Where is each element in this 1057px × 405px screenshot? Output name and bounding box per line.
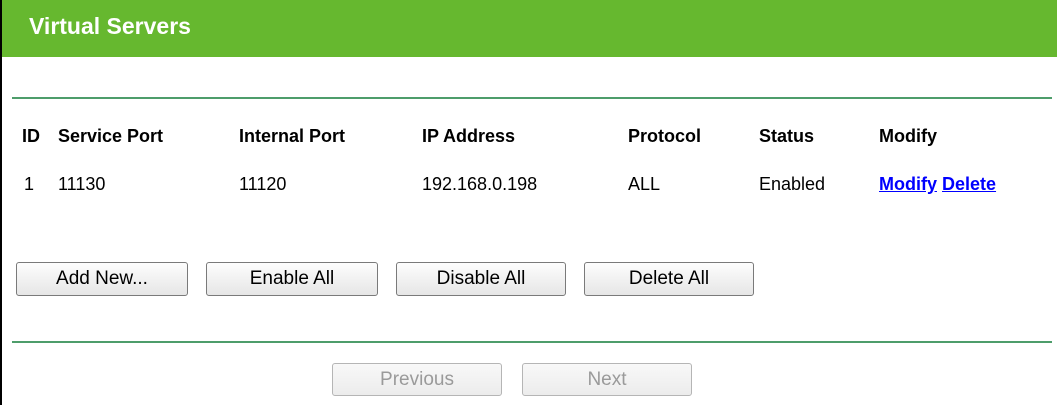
column-header-service-port: Service Port bbox=[58, 126, 164, 146]
bottom-divider bbox=[12, 341, 1052, 343]
page-title: Virtual Servers bbox=[29, 13, 191, 39]
row-status: Enabled bbox=[759, 174, 826, 194]
modify-link[interactable]: Modify bbox=[879, 174, 937, 194]
virtual-servers-panel: Virtual Servers ID Service Port Internal… bbox=[0, 0, 1057, 405]
row-id: 1 bbox=[24, 174, 35, 194]
column-header-modify: Modify bbox=[879, 126, 937, 146]
column-header-protocol: Protocol bbox=[628, 126, 702, 146]
header-bar: Virtual Servers bbox=[2, 0, 1057, 57]
delete-all-button[interactable]: Delete All bbox=[584, 262, 754, 296]
enable-all-button[interactable]: Enable All bbox=[206, 262, 378, 296]
delete-link[interactable]: Delete bbox=[942, 174, 996, 194]
row-ip-address: 192.168.0.198 bbox=[422, 174, 538, 194]
next-button[interactable]: Next bbox=[522, 363, 692, 396]
row-service-port: 11130 bbox=[58, 174, 106, 194]
row-actions: Modify Delete bbox=[879, 174, 996, 195]
disable-all-button[interactable]: Disable All bbox=[396, 262, 566, 296]
top-divider bbox=[12, 97, 1052, 99]
row-protocol: ALL bbox=[628, 174, 661, 194]
add-new-button[interactable]: Add New... bbox=[16, 262, 188, 296]
column-header-ip-address: IP Address bbox=[422, 126, 516, 146]
row-internal-port: 11120 bbox=[239, 174, 287, 194]
column-header-internal-port: Internal Port bbox=[239, 126, 346, 146]
column-header-status: Status bbox=[759, 126, 815, 146]
column-header-id: ID bbox=[22, 126, 40, 146]
previous-button[interactable]: Previous bbox=[332, 363, 502, 396]
